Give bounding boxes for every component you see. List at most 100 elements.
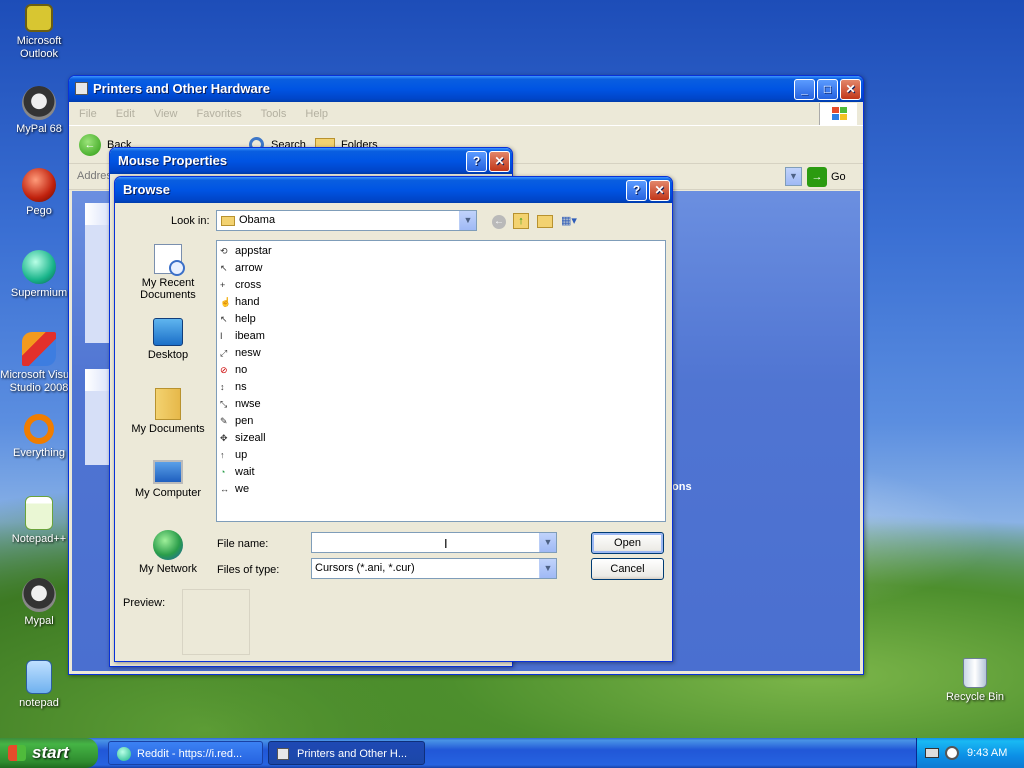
menu-edit[interactable]: Edit — [116, 108, 135, 120]
my-computer-icon — [153, 460, 183, 484]
chevron-down-icon: ▼ — [539, 559, 556, 578]
look-in-dropdown[interactable]: Obama ▼ — [216, 210, 477, 231]
outlook-icon — [25, 4, 53, 32]
desktop-icon — [153, 318, 183, 346]
list-item[interactable]: ⤢ nesw — [217, 345, 665, 362]
everything-icon — [24, 414, 54, 444]
list-item[interactable]: ⊘ no — [217, 362, 665, 379]
list-item[interactable]: ↖ arrow — [217, 260, 665, 277]
help-button[interactable]: ? — [466, 151, 487, 172]
file-name-field[interactable]: I ▼ — [311, 532, 557, 553]
clock-icon[interactable] — [945, 746, 959, 760]
desktop-icon-recycle-bin[interactable]: Recycle Bin — [936, 658, 1014, 704]
list-item[interactable]: ↑ up — [217, 447, 665, 464]
printer-icon — [75, 82, 88, 95]
cursor-file-icon: ◔ — [220, 467, 226, 477]
menu-tools[interactable]: Tools — [261, 108, 287, 120]
help-button[interactable]: ? — [626, 180, 647, 201]
menu-favorites[interactable]: Favorites — [197, 108, 242, 120]
view-menu-icon[interactable]: ▦▾ — [561, 214, 585, 228]
cursor-file-icon: ↕ — [220, 382, 225, 392]
address-dropdown-button[interactable]: ▼ — [785, 167, 802, 186]
taskbar-item-printers[interactable]: Printers and Other H... — [268, 741, 425, 765]
desktop-icon-supermium[interactable]: Supermium — [0, 250, 78, 300]
new-folder-icon[interactable] — [537, 215, 553, 228]
browse-dialog: Browse ? ✕ Look in: Obama ▼ ← ↑ ▦▾ My Re… — [114, 176, 673, 662]
list-item[interactable]: ⟲ appstar — [217, 243, 665, 260]
recycle-bin-icon — [963, 658, 987, 688]
desktop-icon-notepad[interactable]: notepad — [0, 660, 78, 710]
windows-logo-icon — [819, 103, 857, 125]
notepad-icon — [26, 660, 52, 694]
system-tray: 9:43 AM — [916, 738, 1024, 768]
menu-file[interactable]: File — [79, 108, 97, 120]
text-cursor-icon: I — [444, 536, 448, 551]
list-item[interactable]: ↕ ns — [217, 379, 665, 396]
look-in-label: Look in: — [171, 215, 210, 227]
places-my-computer[interactable]: My Computer — [122, 460, 214, 499]
places-bar: My Recent Documents Desktop My Documents… — [122, 240, 212, 576]
browse-title: Browse — [123, 182, 170, 197]
explorer-title-bar[interactable]: Printers and Other Hardware _ □ ✕ — [69, 76, 863, 102]
close-button[interactable]: ✕ — [840, 79, 861, 100]
close-button[interactable]: ✕ — [649, 180, 670, 201]
open-button[interactable]: Open — [591, 532, 664, 554]
cursor-file-icon: ✎ — [220, 416, 228, 426]
mouse-properties-title-bar[interactable]: Mouse Properties ? ✕ — [110, 148, 512, 174]
clock[interactable]: 9:43 AM — [967, 738, 1007, 768]
cursor-file-icon: ↑ — [220, 450, 225, 460]
go-button[interactable]: → Go — [807, 167, 846, 187]
list-item[interactable]: + cross — [217, 277, 665, 294]
desktop-icon-notepadpp[interactable]: Notepad++ — [0, 496, 78, 546]
side-text: ons — [672, 481, 692, 493]
keyboard-icon[interactable] — [925, 748, 939, 758]
desktop-icon-pego[interactable]: Pego — [0, 168, 78, 218]
visual-studio-icon — [22, 332, 56, 366]
raccoon-icon — [22, 86, 56, 120]
browse-title-bar[interactable]: Browse ? ✕ — [115, 177, 672, 203]
file-list[interactable]: ⟲ appstar ↖ arrow + cross ☝ hand ↖ help Iibea… — [216, 240, 666, 522]
list-item[interactable]: ◔ wait — [217, 464, 665, 481]
menu-help[interactable]: Help — [305, 108, 328, 120]
desktop-icon-outlook[interactable]: Microsoft Outlook — [0, 4, 78, 61]
maximize-button[interactable]: □ — [817, 79, 838, 100]
desktop-icon-visual-studio[interactable]: Microsoft Visual Studio 2008 — [0, 332, 78, 395]
explorer-menu-bar: File Edit View Favorites Tools Help — [69, 102, 863, 126]
recent-documents-icon — [154, 244, 185, 276]
places-recent-documents[interactable]: My Recent Documents — [122, 244, 214, 301]
my-documents-icon — [155, 388, 181, 420]
list-item[interactable]: ✥ sizeall — [217, 430, 665, 447]
close-button[interactable]: ✕ — [489, 151, 510, 172]
chevron-down-icon: ▼ — [459, 211, 476, 230]
list-item[interactable]: Iibeam — [217, 328, 665, 345]
file-name-label: File name: — [217, 538, 269, 550]
cursor-file-icon: + — [220, 280, 226, 290]
list-item[interactable]: ☝ hand — [217, 294, 665, 311]
places-my-network[interactable]: My Network — [122, 530, 214, 575]
taskbar-item-reddit[interactable]: Reddit - https://i.red... — [108, 741, 263, 765]
cursor-file-icon: ↔ — [220, 484, 229, 494]
printer-icon — [277, 748, 289, 760]
cursor-file-icon: ✥ — [220, 433, 228, 443]
list-item[interactable]: ↖ help — [217, 311, 665, 328]
places-desktop[interactable]: Desktop — [122, 318, 214, 361]
chevron-down-icon[interactable]: ▼ — [539, 533, 556, 552]
list-item[interactable]: ⤡ nwse — [217, 396, 665, 413]
start-button[interactable]: start — [0, 738, 98, 768]
up-folder-icon[interactable]: ↑ — [513, 213, 529, 229]
places-my-documents[interactable]: My Documents — [122, 388, 214, 435]
minimize-button[interactable]: _ — [794, 79, 815, 100]
preview-box — [182, 589, 250, 655]
desktop-icon-everything[interactable]: Everything — [0, 414, 78, 460]
menu-view[interactable]: View — [154, 108, 178, 120]
desktop-icon-mypal[interactable]: Mypal — [0, 578, 78, 628]
raccoon-icon — [22, 578, 56, 612]
back-nav-icon[interactable]: ← — [492, 215, 506, 229]
list-item[interactable]: ↔ we — [217, 481, 665, 498]
go-arrow-icon: → — [807, 167, 827, 187]
files-of-type-dropdown[interactable]: Cursors (*.ani, *.cur) ▼ — [311, 558, 557, 579]
list-item[interactable]: ✎ pen — [217, 413, 665, 430]
desktop-icon-mypal68[interactable]: MyPal 68 — [0, 86, 78, 136]
cancel-button[interactable]: Cancel — [591, 558, 664, 580]
supermium-icon — [22, 250, 56, 284]
